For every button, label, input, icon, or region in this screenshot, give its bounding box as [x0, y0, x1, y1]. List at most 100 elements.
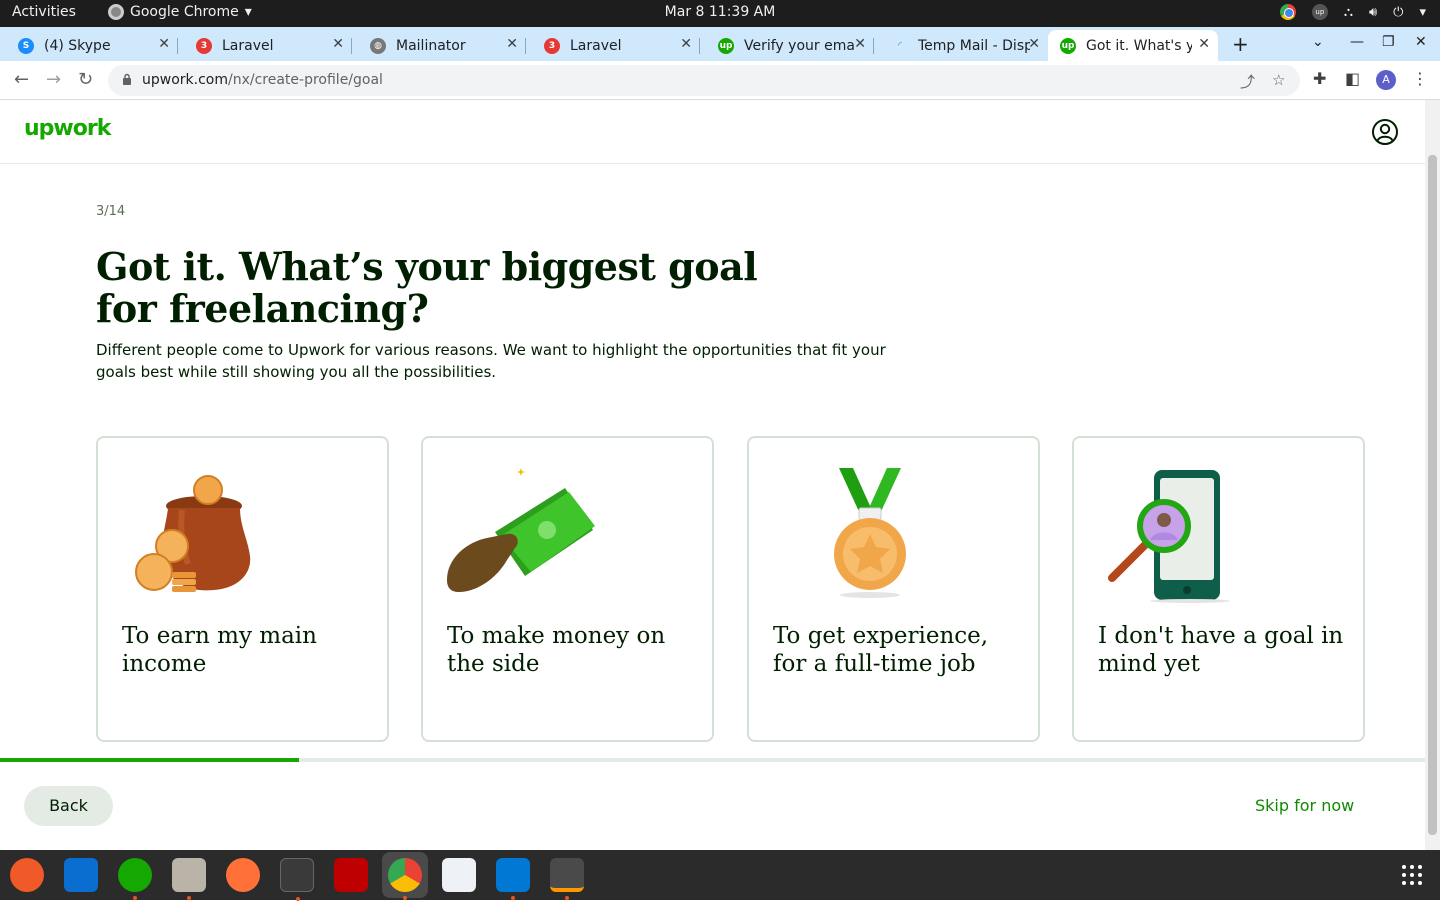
chrome-indicator-icon[interactable] — [1279, 4, 1296, 20]
system-top-bar: Activities Google Chrome ▾ Mar 8 11:39 A… — [0, 0, 1440, 27]
filezilla-app-icon[interactable] — [334, 858, 368, 892]
upwork-app-icon[interactable] — [118, 858, 152, 900]
tab-verify-email[interactable]: up Verify your emai ✕ — [700, 30, 874, 61]
web-page: upwork 3/14 Got it. What’s your biggest … — [0, 100, 1425, 850]
chrome-app-icon[interactable] — [388, 858, 422, 900]
tab-search-icon[interactable]: ⌄ — [1312, 34, 1324, 50]
upwork-header: upwork — [0, 100, 1425, 164]
taskbar-dock — [0, 850, 1440, 901]
close-icon[interactable]: ✕ — [332, 36, 344, 52]
account-icon[interactable] — [1372, 119, 1398, 145]
clock[interactable]: Mar 8 11:39 AM — [665, 4, 776, 20]
network-icon[interactable]: ⛬ — [1344, 5, 1353, 20]
close-icon[interactable]: ✕ — [158, 36, 170, 52]
url-text: upwork.com/nx/create-profile/goal — [142, 72, 383, 88]
close-icon[interactable]: ✕ — [854, 36, 866, 52]
tab-title: Verify your emai — [744, 37, 856, 54]
tab-mailinator[interactable]: ◍ Mailinator ✕ — [352, 30, 526, 61]
terminal-app-icon[interactable] — [280, 858, 314, 901]
back-button[interactable]: Back — [24, 786, 113, 826]
step-indicator: 3/14 — [96, 204, 126, 219]
app-menu-label: Google Chrome — [130, 4, 239, 20]
tab-title: Laravel — [222, 37, 274, 54]
back-arrow-icon[interactable]: ← — [14, 69, 29, 90]
close-window-icon[interactable]: ✕ — [1415, 34, 1427, 50]
forward-arrow-icon[interactable]: → — [46, 69, 61, 90]
files-app-icon[interactable] — [172, 858, 206, 900]
tab-title: Temp Mail - Disp — [918, 37, 1030, 54]
tab-temp-mail[interactable]: ◜ Temp Mail - Disp ✕ — [874, 30, 1048, 61]
firefox-app-icon[interactable] — [226, 858, 260, 892]
close-icon[interactable]: ✕ — [680, 36, 692, 52]
show-applications-icon[interactable] — [1402, 865, 1422, 885]
side-panel-icon[interactable]: ◧ — [1345, 69, 1360, 88]
caret-down-icon[interactable]: ▾ — [1419, 5, 1426, 20]
option-label: I don't have a goal in mind yet — [1098, 623, 1344, 677]
laravel-icon: 3 — [196, 37, 212, 54]
page-scrollbar[interactable] — [1425, 100, 1440, 850]
caret-down-icon: ▾ — [244, 4, 252, 20]
tab-title: Got it. What's yo — [1086, 37, 1192, 54]
progress-fill — [0, 758, 300, 762]
sketch-app-icon[interactable] — [10, 858, 44, 892]
goal-options: To earn my main income To make money on … — [96, 436, 1366, 742]
goal-option-experience[interactable]: To get experience, for a full-time job — [747, 436, 1040, 742]
more-menu-icon[interactable]: ⋮ — [1412, 69, 1428, 88]
extensions-puzzle-icon[interactable]: ✚ — [1313, 69, 1326, 88]
activities-button[interactable]: Activities — [12, 4, 76, 20]
url-domain: upwork.com — [142, 72, 228, 88]
url-path: /nx/create-profile/goal — [228, 72, 383, 88]
power-icon[interactable]: ⏻ — [1393, 5, 1403, 20]
close-icon[interactable]: ✕ — [1198, 36, 1210, 52]
upwork-icon: up — [718, 37, 734, 54]
medal-icon — [834, 468, 906, 598]
text-editor-app-icon[interactable] — [442, 858, 476, 892]
tab-laravel-2[interactable]: 3 Laravel ✕ — [526, 30, 700, 61]
address-bar[interactable]: upwork.com/nx/create-profile/goal ⤴ ☆ — [108, 65, 1300, 96]
tab-title: (4) Skype — [44, 37, 111, 54]
vscode-app-icon[interactable] — [496, 858, 530, 900]
option-label: To earn my main income — [122, 623, 317, 677]
option-label: To get experience, for a full-time job — [773, 623, 989, 677]
page-title: Got it. What’s your biggest goal for fre… — [96, 244, 758, 331]
browser-toolbar: ← → ↻ upwork.com/nx/create-profile/goal … — [0, 61, 1440, 100]
tab-laravel-1[interactable]: 3 Laravel ✕ — [178, 30, 352, 61]
skip-for-now-link[interactable]: Skip for now — [1255, 796, 1354, 815]
teamviewer-app-icon[interactable] — [64, 858, 98, 892]
goal-option-no-goal[interactable]: I don't have a goal in mind yet — [1072, 436, 1365, 742]
page-subtitle: Different people come to Upwork for vari… — [96, 341, 886, 381]
skype-icon: S — [18, 37, 34, 54]
tab-upwork-goal[interactable]: up Got it. What's yo ✕ — [1048, 30, 1218, 61]
upwork-logo[interactable]: upwork — [24, 116, 111, 141]
cash-in-hand-icon — [447, 468, 595, 592]
share-icon[interactable]: ⤴ — [1240, 71, 1255, 92]
goal-option-side-money[interactable]: To make money on the side — [421, 436, 714, 742]
close-icon[interactable]: ✕ — [506, 36, 518, 52]
tab-skype[interactable]: S (4) Skype ✕ — [0, 30, 178, 61]
globe-icon: ◍ — [370, 37, 386, 54]
system-tray[interactable]: up ⛬ 🔊︎ ⏻ ▾ — [1279, 4, 1426, 20]
sublime-text-app-icon[interactable] — [550, 858, 584, 900]
app-menu[interactable]: Google Chrome ▾ — [108, 4, 252, 20]
tab-title: Laravel — [570, 37, 622, 54]
phone-magnifier-icon — [1108, 470, 1230, 603]
close-icon[interactable]: ✕ — [1028, 36, 1040, 52]
chrome-app-icon — [108, 4, 124, 20]
progress-bar — [0, 758, 1425, 762]
lock-icon — [123, 73, 131, 85]
minimize-icon[interactable]: — — [1350, 34, 1364, 50]
upwork-indicator-icon[interactable]: up — [1311, 4, 1328, 20]
new-tab-button[interactable]: + — [1232, 32, 1249, 56]
bookmark-star-icon[interactable]: ☆ — [1272, 71, 1285, 89]
laravel-icon: 3 — [544, 37, 560, 54]
goal-option-main-income[interactable]: To earn my main income — [96, 436, 389, 742]
profile-avatar[interactable]: A — [1376, 70, 1396, 90]
restore-icon[interactable]: ❐ — [1382, 34, 1395, 50]
tab-strip: S (4) Skype ✕ 3 Laravel ✕ ◍ Mailinator ✕… — [0, 27, 1440, 61]
tab-title: Mailinator — [396, 37, 466, 54]
scrollbar-thumb[interactable] — [1428, 155, 1437, 835]
option-label: To make money on the side — [447, 623, 666, 677]
reload-icon[interactable]: ↻ — [78, 69, 93, 90]
volume-icon[interactable]: 🔊︎ — [1369, 5, 1377, 20]
loading-icon: ◜ — [898, 40, 902, 51]
